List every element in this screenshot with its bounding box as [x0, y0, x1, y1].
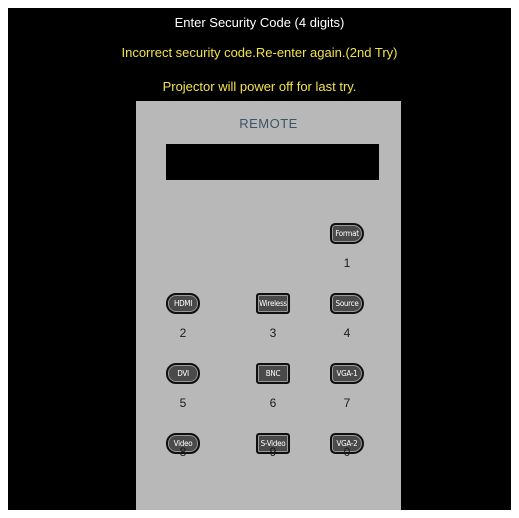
dvi-key[interactable]: DVI: [166, 363, 200, 384]
svideo-digit: 9: [269, 445, 277, 459]
source-key[interactable]: Source: [330, 293, 364, 314]
vga1-digit: 7: [343, 396, 351, 410]
vga1-key[interactable]: VGA-1: [330, 363, 364, 384]
vga2-digit: 0: [343, 445, 351, 459]
hdmi-digit: 2: [179, 326, 187, 340]
wireless-key[interactable]: Wireless: [256, 293, 290, 314]
remote-keypad: REMOTE Format 1 HDMI 2 Wireless 3 Source…: [136, 101, 401, 510]
format-key[interactable]: Format: [330, 223, 364, 244]
wireless-digit: 3: [269, 326, 277, 340]
remote-label: REMOTE: [239, 116, 298, 131]
incorrect-code-warning: Incorrect security code.Re-enter again.(…: [121, 45, 398, 60]
security-code-title: Enter Security Code (4 digits): [174, 15, 345, 30]
osd-screen: Enter Security Code (4 digits) Incorrect…: [8, 8, 511, 510]
security-code-display: [166, 144, 379, 180]
source-digit: 4: [343, 326, 351, 340]
bnc-key[interactable]: BNC: [256, 363, 290, 384]
video-digit: 8: [179, 445, 187, 459]
power-off-warning: Projector will power off for last try.: [162, 79, 357, 94]
format-digit: 1: [343, 256, 351, 270]
dvi-digit: 5: [179, 396, 187, 410]
hdmi-key[interactable]: HDMI: [166, 293, 200, 314]
bnc-digit: 6: [269, 396, 277, 410]
